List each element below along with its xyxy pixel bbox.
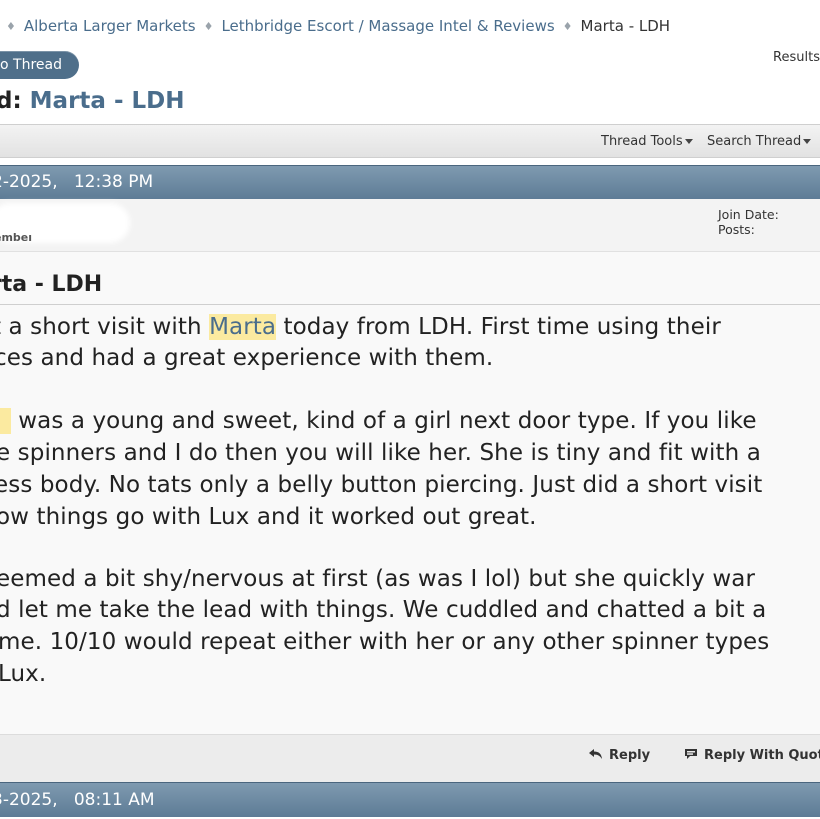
post-date: 2-2025, 12:38 PM (0, 172, 153, 192)
post-text-line: ces and had a great experience with them… (0, 345, 493, 371)
page-title: d: Marta - LDH (0, 88, 185, 114)
post-text-line: was a young and sweet, kind of a girl ne… (0, 408, 757, 434)
search-thread-menu[interactable]: Search Thread (707, 134, 812, 149)
text-segment: e spinners and I do then you will like h… (0, 440, 761, 466)
chevron-down-icon (684, 139, 693, 144)
text-segment: Lux. (0, 661, 47, 687)
results-link[interactable]: Results (773, 50, 820, 65)
text-segment: t a short visit with (0, 314, 210, 340)
reply-with-quote-label: Reply With Quote (704, 748, 820, 763)
thread-toolbar (0, 124, 820, 158)
text-segment: d let me take the lead with things. We c… (0, 597, 767, 623)
user-stats: Join Date: Posts: (718, 207, 779, 237)
post-text-line: eemed a bit shy/nervous at first (as was… (0, 566, 755, 592)
join-date-label: Join Date: (718, 207, 779, 222)
breadcrumb-separator-icon: ♦ (203, 20, 214, 33)
thread-tools-menu[interactable]: Thread Tools (601, 134, 693, 149)
quote-bubble-icon (685, 749, 697, 759)
reply-arrow-icon (589, 749, 602, 759)
post-text-line: t a short visit with Marta today from LD… (0, 314, 721, 340)
divider (0, 304, 820, 305)
search-thread-label: Search Thread (707, 134, 802, 149)
text-segment: ess body. No tats only a belly button pi… (0, 472, 763, 498)
thread-tools-label: Thread Tools (601, 134, 683, 149)
text-segment: eemed a bit shy/nervous at first (as was… (0, 566, 756, 592)
search-highlight (0, 408, 11, 434)
chevron-down-icon (803, 139, 812, 144)
breadcrumb-current: Marta - LDH (580, 17, 671, 35)
posts-label: Posts: (718, 222, 755, 237)
reply-label: Reply (609, 748, 651, 763)
text-segment: me. 10/10 would repeat either with her o… (0, 629, 770, 655)
breadcrumb: ♦ Alberta Larger Markets ♦ Lethbridge Escor… (0, 17, 670, 35)
post-text-line: d let me take the lead with things. We c… (0, 597, 766, 623)
post-text-line: ow things go with Lux and it worked out … (0, 504, 537, 530)
thread-title-prefix: d: (0, 88, 22, 114)
reply-to-thread-button[interactable]: o Thread (0, 51, 79, 79)
post-date-day: 2-2025, (0, 172, 58, 192)
post-text-line: ess body. No tats only a belly button pi… (0, 472, 762, 498)
post-text-line: e spinners and I do then you will like h… (0, 440, 761, 466)
thread-title-name: Marta - LDH (29, 88, 185, 114)
breadcrumb-item-lethbridge[interactable]: Lethbridge Escort / Massage Intel & Revi… (221, 17, 554, 35)
post-date-day: 3-2025, (0, 790, 58, 810)
reply-with-quote-button[interactable]: Reply With Quote (684, 748, 820, 763)
post-date: 3-2025, 08:11 AM (0, 790, 155, 810)
breadcrumb-separator-icon: ♦ (6, 20, 16, 33)
text-segment: was a young and sweet, kind of a girl ne… (10, 408, 757, 434)
post-date-time: 12:38 PM (73, 172, 154, 192)
text-segment: ces and had a great experience with them… (0, 345, 494, 371)
text-segment: today from LDH. First time using their (276, 314, 721, 340)
post-date-time: 08:11 AM (73, 790, 155, 810)
breadcrumb-separator-icon: ♦ (562, 20, 573, 33)
breadcrumb-item-alberta[interactable]: Alberta Larger Markets (24, 17, 196, 35)
search-highlight: Marta (209, 314, 277, 340)
post-text-line: me. 10/10 would repeat either with her o… (0, 629, 769, 655)
reply-button[interactable]: Reply (589, 748, 650, 763)
post-text-line: Lux. (0, 661, 46, 687)
post-title: arta - LDH (0, 272, 103, 297)
user-rank: embeı (0, 231, 33, 244)
text-segment: ow things go with Lux and it worked out … (0, 504, 537, 530)
